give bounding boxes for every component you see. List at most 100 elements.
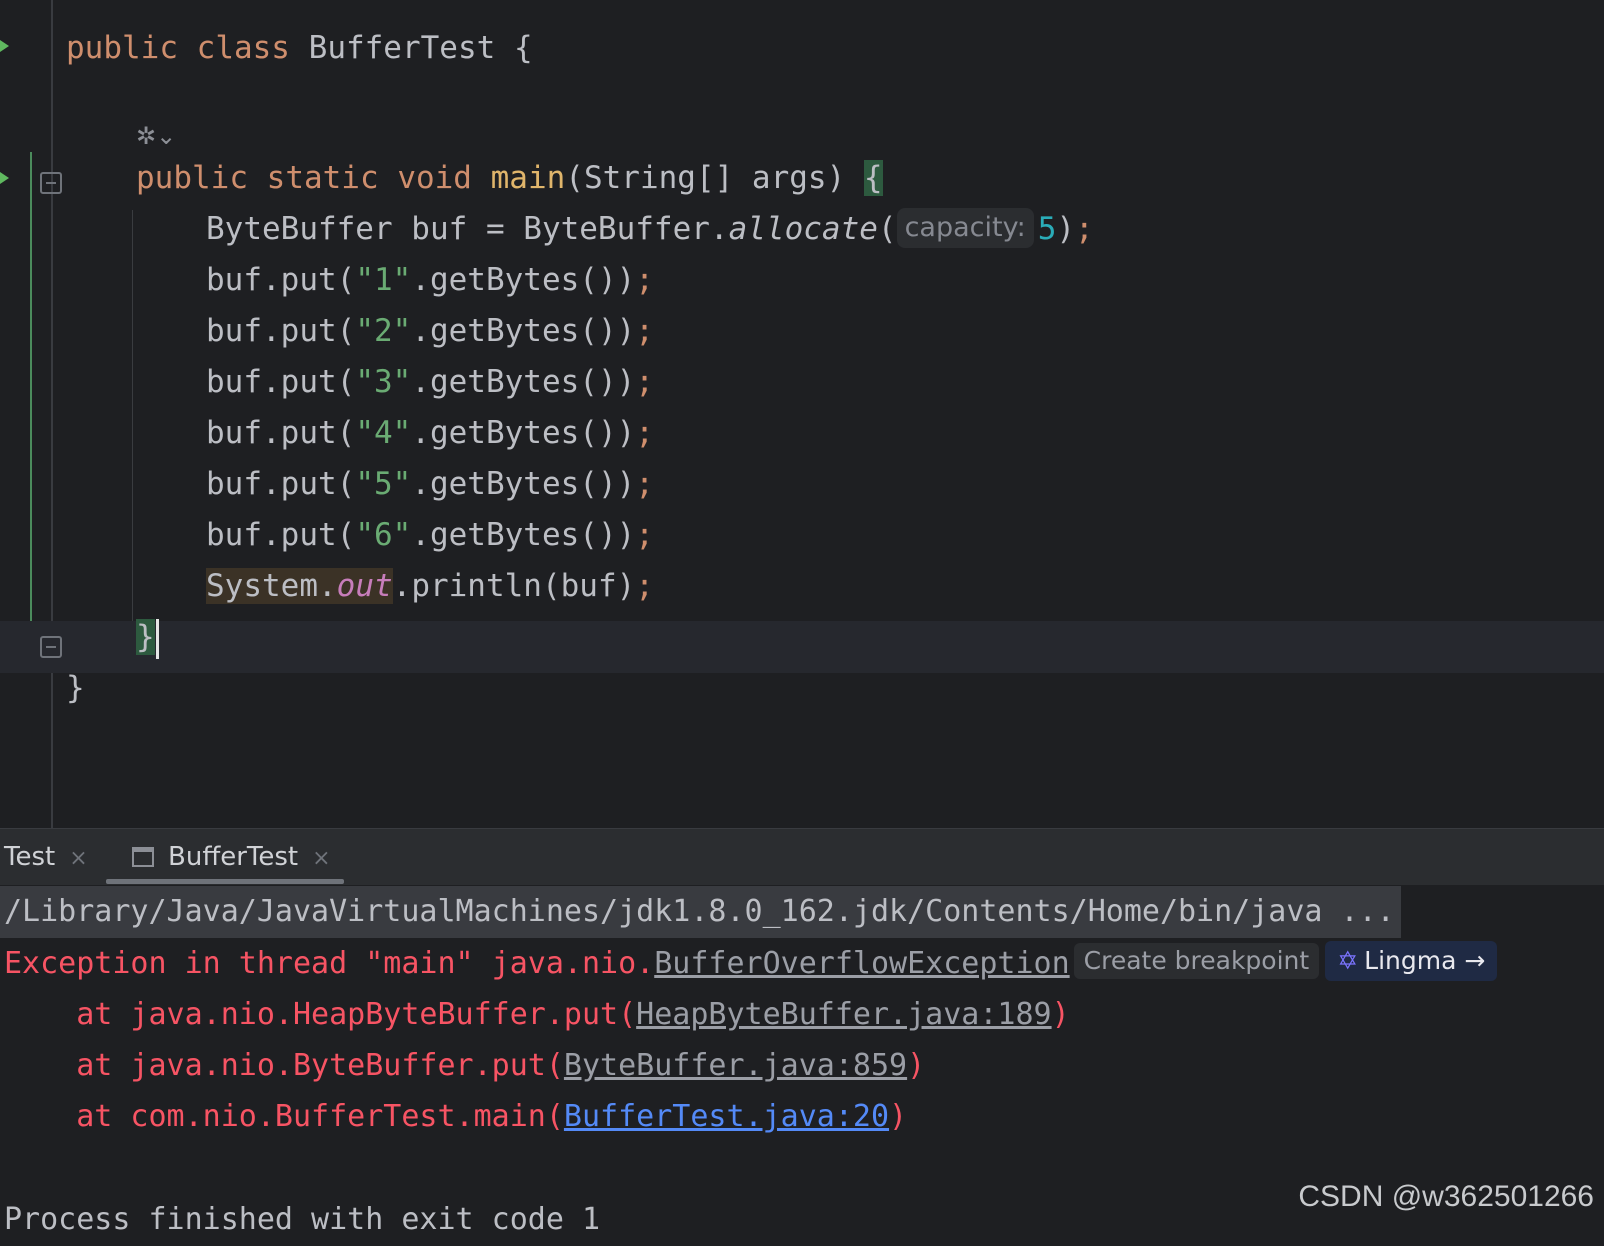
semicolon: ; xyxy=(635,568,654,604)
code-line-put-2[interactable]: buf.put("2".getBytes()); xyxy=(206,305,654,357)
stack-frame-text: at com.nio.BufferTest.main( xyxy=(4,1099,564,1134)
static-field: out xyxy=(336,568,393,604)
string-literal: "6" xyxy=(355,517,412,553)
method-name: main xyxy=(490,160,566,196)
run-class-icon[interactable] xyxy=(0,40,9,52)
code-line-put-6[interactable]: buf.put("6".getBytes()); xyxy=(206,509,654,561)
keyword: static xyxy=(266,160,379,196)
code-editor[interactable]: ✲⌄ public class BufferTest { public stat… xyxy=(0,0,1604,828)
stack-frame-text: ) xyxy=(1051,997,1070,1032)
code-line-allocate[interactable]: ByteBuffer buf = ByteBuffer.allocate(cap… xyxy=(206,203,1094,255)
semicolon: ; xyxy=(635,466,654,502)
fold-end-icon[interactable] xyxy=(40,636,62,658)
semicolon: ; xyxy=(635,313,654,349)
gutter-divider xyxy=(51,0,53,828)
string-literal: "2" xyxy=(355,313,412,349)
fold-main-icon[interactable] xyxy=(40,172,62,194)
code-line-put-1[interactable]: buf.put("1".getBytes()); xyxy=(206,254,654,306)
stack-frame-link[interactable]: BufferTest.java:20 xyxy=(564,1099,889,1134)
semicolon: ; xyxy=(635,262,654,298)
code-line-put-5[interactable]: buf.put("5".getBytes()); xyxy=(206,458,654,510)
parameter-hint: capacity: xyxy=(896,208,1034,248)
string-literal: "5" xyxy=(355,466,412,502)
string-literal: "4" xyxy=(355,415,412,451)
keyword: class xyxy=(196,30,290,66)
ai-assistant-icon[interactable]: ✲⌄ xyxy=(136,122,176,150)
code-text: .getBytes()) xyxy=(411,364,636,400)
active-tab-indicator xyxy=(106,879,344,884)
semicolon: ; xyxy=(635,517,654,553)
string-literal: "1" xyxy=(355,262,412,298)
indent-guide xyxy=(132,210,133,622)
tab-label: Test xyxy=(4,842,56,872)
stack-frame: at com.nio.BufferTest.main(BufferTest.ja… xyxy=(4,1091,907,1143)
code-line-close-class[interactable]: } xyxy=(66,662,85,714)
lingma-label: Lingma → xyxy=(1364,946,1486,975)
run-main-icon[interactable] xyxy=(0,172,9,184)
process-exit-line: Process finished with exit code 1 xyxy=(4,1202,601,1237)
code-text: buf.put( xyxy=(206,466,356,502)
stack-frame: at java.nio.ByteBuffer.put(ByteBuffer.ja… xyxy=(4,1040,925,1092)
run-panel: Test × BufferTest × /Library/Java/JavaVirt… xyxy=(0,828,1604,1237)
exception-text: Exception in thread "main" java.nio. xyxy=(4,946,655,981)
class-name: BufferTest xyxy=(308,30,496,66)
stack-frame-link[interactable]: HeapByteBuffer.java:189 xyxy=(636,997,1051,1032)
close-icon[interactable]: × xyxy=(312,846,330,871)
text-caret xyxy=(155,618,159,659)
code-text: ByteBuffer buf = ByteBuffer. xyxy=(206,211,729,247)
params: (String[] args) xyxy=(565,160,864,196)
string-literal: "3" xyxy=(355,364,412,400)
stack-frame-text: at java.nio.HeapByteBuffer.put( xyxy=(4,997,637,1032)
current-line-highlight xyxy=(0,621,1604,673)
code-line-put-3[interactable]: buf.put("3".getBytes()); xyxy=(206,356,654,408)
semicolon: ; xyxy=(635,415,654,451)
console-exception-line: Exception in thread "main" java.nio.Buff… xyxy=(4,938,1498,990)
paren: ) xyxy=(1056,211,1076,247)
lingma-button[interactable]: ✡ Lingma → xyxy=(1325,941,1498,981)
code-text: buf.put( xyxy=(206,517,356,553)
code-line-println[interactable]: System.out.println(buf); xyxy=(206,560,654,612)
semicolon: ; xyxy=(635,364,654,400)
code-line-close-main[interactable]: } xyxy=(136,611,159,663)
stack-frame-text: ) xyxy=(889,1099,908,1134)
code-text: buf.put( xyxy=(206,415,356,451)
exception-class-link[interactable]: BufferOverflowException xyxy=(654,946,1069,981)
vcs-change-marker[interactable] xyxy=(30,152,32,672)
system-class: System. xyxy=(206,568,337,604)
brace-match: { xyxy=(863,160,883,196)
semicolon: ; xyxy=(1075,211,1094,247)
close-icon[interactable]: × xyxy=(69,846,87,871)
code-line-put-4[interactable]: buf.put("4".getBytes()); xyxy=(206,407,654,459)
code-text: .getBytes()) xyxy=(411,262,636,298)
code-line-main[interactable]: public static void main(String[] args) { xyxy=(136,152,883,204)
stack-frame-text: at java.nio.ByteBuffer.put( xyxy=(4,1048,564,1083)
tab-label: BufferTest xyxy=(168,842,299,872)
console-window-icon xyxy=(132,847,154,867)
code-text: buf.put( xyxy=(206,262,356,298)
keyword: public xyxy=(66,30,178,66)
code-text: .getBytes()) xyxy=(411,313,636,349)
run-tabs: Test × BufferTest × xyxy=(0,828,1604,885)
stack-frame-link[interactable]: ByteBuffer.java:859 xyxy=(564,1048,907,1083)
stack-frame-text: ) xyxy=(907,1048,926,1083)
code-text: .getBytes()) xyxy=(411,466,636,502)
brace: { xyxy=(513,30,533,66)
paren: ( xyxy=(877,211,897,247)
code-text: .getBytes()) xyxy=(411,415,636,451)
brace-match: } xyxy=(136,619,155,655)
tab-buffertest[interactable]: BufferTest × xyxy=(132,829,331,885)
code-text: .getBytes()) xyxy=(411,517,636,553)
tab-test[interactable]: Test × xyxy=(4,829,88,885)
code-line-class[interactable]: public class BufferTest { xyxy=(66,22,533,74)
code-text: buf.put( xyxy=(206,364,356,400)
code-text: .println(buf) xyxy=(392,568,636,604)
stack-frame: at java.nio.HeapByteBuffer.put(HeapByteB… xyxy=(4,989,1070,1041)
keyword: public xyxy=(136,160,248,196)
lingma-icon: ✡ xyxy=(1337,946,1359,975)
number-literal: 5 xyxy=(1037,211,1057,247)
console-command-line[interactable]: /Library/Java/JavaVirtualMachines/jdk1.8… xyxy=(0,886,1401,938)
create-breakpoint-button[interactable]: Create breakpoint xyxy=(1073,943,1320,979)
method-call: allocate xyxy=(728,211,878,247)
keyword: void xyxy=(397,160,472,196)
code-text: System.out xyxy=(206,568,393,604)
